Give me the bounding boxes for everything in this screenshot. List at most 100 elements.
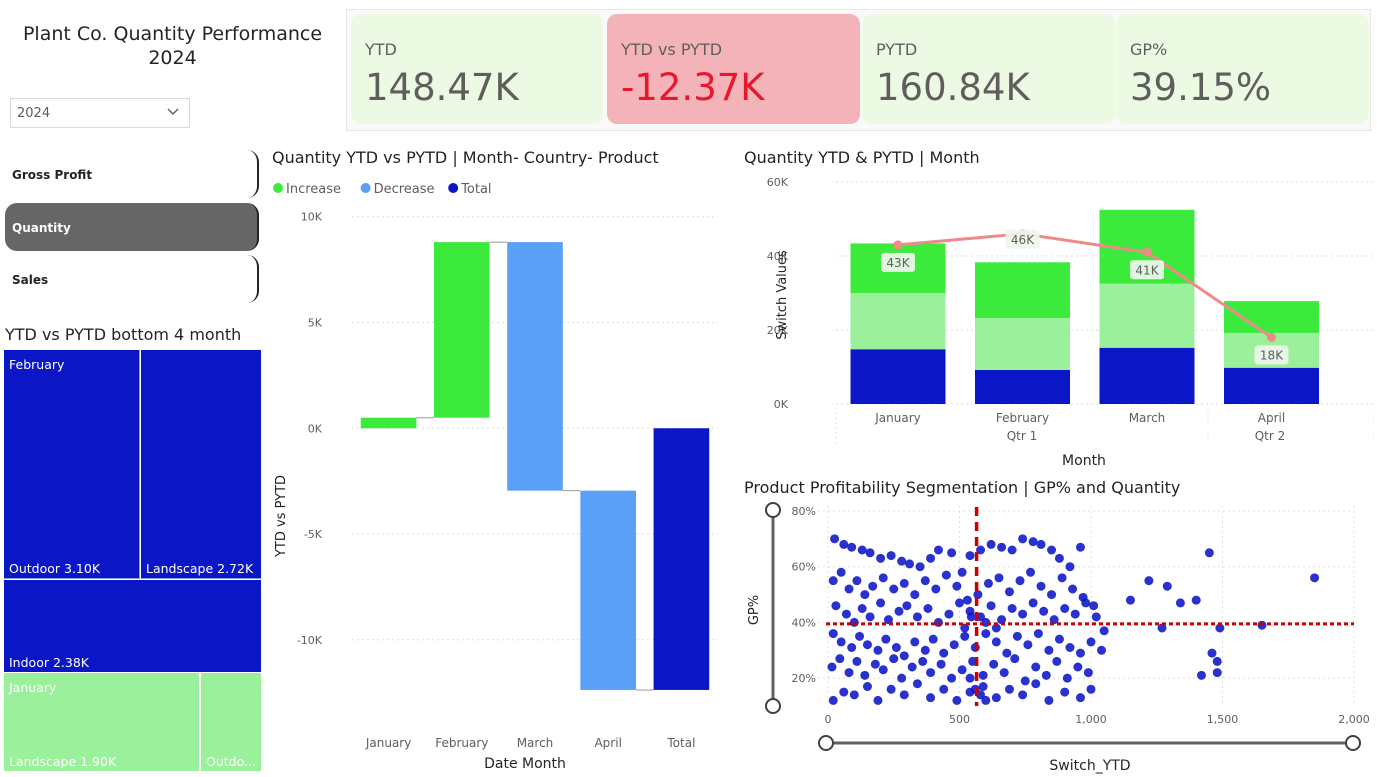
scatter-point xyxy=(1204,548,1214,558)
nav-button-quantity[interactable]: Quantity xyxy=(5,203,259,251)
scatter-point xyxy=(912,612,922,622)
scatter-point xyxy=(1028,537,1038,547)
scatter-y-axis-label: GP% xyxy=(747,595,762,625)
stacked-bar-y-axis-label: Switch Values xyxy=(775,250,790,340)
data-label: 43K xyxy=(886,256,910,270)
scatter-point xyxy=(889,654,899,664)
scatter-point xyxy=(1073,662,1083,672)
scatter-point xyxy=(957,665,967,675)
data-label: 41K xyxy=(1135,263,1159,277)
scatter-point xyxy=(1060,687,1070,697)
kpi-label: GP% xyxy=(1130,40,1168,59)
scatter-point xyxy=(873,695,883,705)
scatter-point xyxy=(907,662,917,672)
kpi-card-pytd: PYTD 160.84K xyxy=(862,14,1115,124)
scatter-point xyxy=(1089,601,1099,611)
nav-button-sales[interactable]: Sales xyxy=(5,255,259,303)
y-zoom-slider-handle[interactable] xyxy=(765,502,781,518)
scatter-point xyxy=(1065,562,1075,572)
scatter-point xyxy=(1086,684,1096,694)
scatter-point xyxy=(910,590,920,600)
scatter-point xyxy=(986,539,996,549)
treemap-cell[interactable]: Indoor 2.38K xyxy=(4,580,261,672)
scatter-point xyxy=(1004,684,1014,694)
data-label: 46K xyxy=(1011,233,1035,247)
scatter-point xyxy=(944,609,954,619)
x-zoom-slider-handle[interactable] xyxy=(818,735,834,751)
stacked-bar-segment xyxy=(850,349,946,404)
scatter-point xyxy=(1060,604,1070,613)
x-tick-label: April xyxy=(594,736,621,750)
scatter-point xyxy=(847,643,857,652)
scatter-point xyxy=(1020,676,1030,686)
data-label: 18K xyxy=(1260,348,1284,362)
scatter-point xyxy=(1010,654,1020,664)
kpi-value: 148.47K xyxy=(365,66,519,109)
scatter-point xyxy=(873,645,883,655)
scatter-point xyxy=(1070,609,1080,619)
x-tick-label: January xyxy=(365,736,412,750)
year-dropdown[interactable]: 2024 xyxy=(10,98,190,128)
x-tick-label: February xyxy=(435,736,488,750)
scatter-point xyxy=(926,553,936,563)
scatter-point xyxy=(1310,573,1320,583)
scatter-point xyxy=(1054,634,1064,644)
waterfall-bar xyxy=(433,242,490,418)
scatter-point xyxy=(1162,581,1172,591)
scatter-point xyxy=(1086,637,1096,647)
y-tick-label: 10K xyxy=(301,211,323,224)
scatter-point xyxy=(897,673,907,683)
treemap-cell[interactable]: Outdo... xyxy=(201,673,261,771)
scatter-point xyxy=(862,640,872,650)
scatter-point xyxy=(1191,595,1201,605)
scatter-point xyxy=(1212,668,1222,678)
scatter-point xyxy=(1052,656,1062,666)
scatter-point xyxy=(941,570,951,580)
scatter-point xyxy=(989,659,999,669)
scatter-point xyxy=(915,562,925,572)
scatter-point xyxy=(855,631,865,641)
scatter-point xyxy=(891,643,901,652)
treemap-group-label: January xyxy=(9,680,57,695)
x-tick-label: January xyxy=(874,411,921,425)
waterfall-bar xyxy=(580,490,637,690)
y-zoom-slider-handle[interactable] xyxy=(765,698,781,714)
scatter-point xyxy=(857,545,867,555)
x-tick-label: 1,000 xyxy=(1075,713,1107,726)
scatter-point xyxy=(1068,584,1078,594)
stacked-bar-segment xyxy=(1099,283,1195,348)
scatter-point xyxy=(1207,648,1217,658)
stacked-bar-segment xyxy=(975,318,1070,370)
scatter-point xyxy=(920,576,930,586)
scatter-point xyxy=(841,609,851,619)
stacked-bar-segment xyxy=(1099,347,1195,404)
scatter-point xyxy=(897,556,907,566)
nav-button-gross-profit[interactable]: Gross Profit xyxy=(5,150,259,198)
scatter-point xyxy=(852,656,862,666)
scatter-point xyxy=(1144,576,1154,586)
x-tick-label: 0 xyxy=(825,713,832,726)
treemap-cell[interactable]: February Outdoor 3.10K xyxy=(4,350,140,579)
scatter-point xyxy=(923,604,933,613)
scatter-point xyxy=(1041,670,1051,680)
x-tick-label: 2,000 xyxy=(1338,713,1370,726)
scatter-point xyxy=(1081,598,1091,608)
x-tick-label: April xyxy=(1258,411,1285,425)
treemap-cell[interactable]: Landscape 2.72K xyxy=(141,350,261,579)
pytd-point xyxy=(1267,332,1276,342)
scatter-point xyxy=(1091,612,1101,622)
legend-label: Increase xyxy=(286,182,341,197)
y-tick-label: -5K xyxy=(304,528,323,541)
stacked-bar-segment xyxy=(1224,301,1319,333)
x-zoom-slider-handle[interactable] xyxy=(1345,735,1361,751)
treemap-cell-label: Outdoor 3.10K xyxy=(9,561,101,576)
treemap-cell[interactable]: January Landscape 1.90K xyxy=(4,673,200,771)
kpi-value: 160.84K xyxy=(876,66,1030,109)
scatter-point xyxy=(889,584,899,594)
scatter-point xyxy=(886,551,896,561)
scatter-point xyxy=(878,665,888,675)
scatter-point xyxy=(894,606,904,616)
scatter-point xyxy=(828,629,838,639)
scatter-point xyxy=(981,629,991,639)
stacked-bar-chart: Quantity YTD & PYTD | Month 0K20K40K60K … xyxy=(740,145,1374,470)
